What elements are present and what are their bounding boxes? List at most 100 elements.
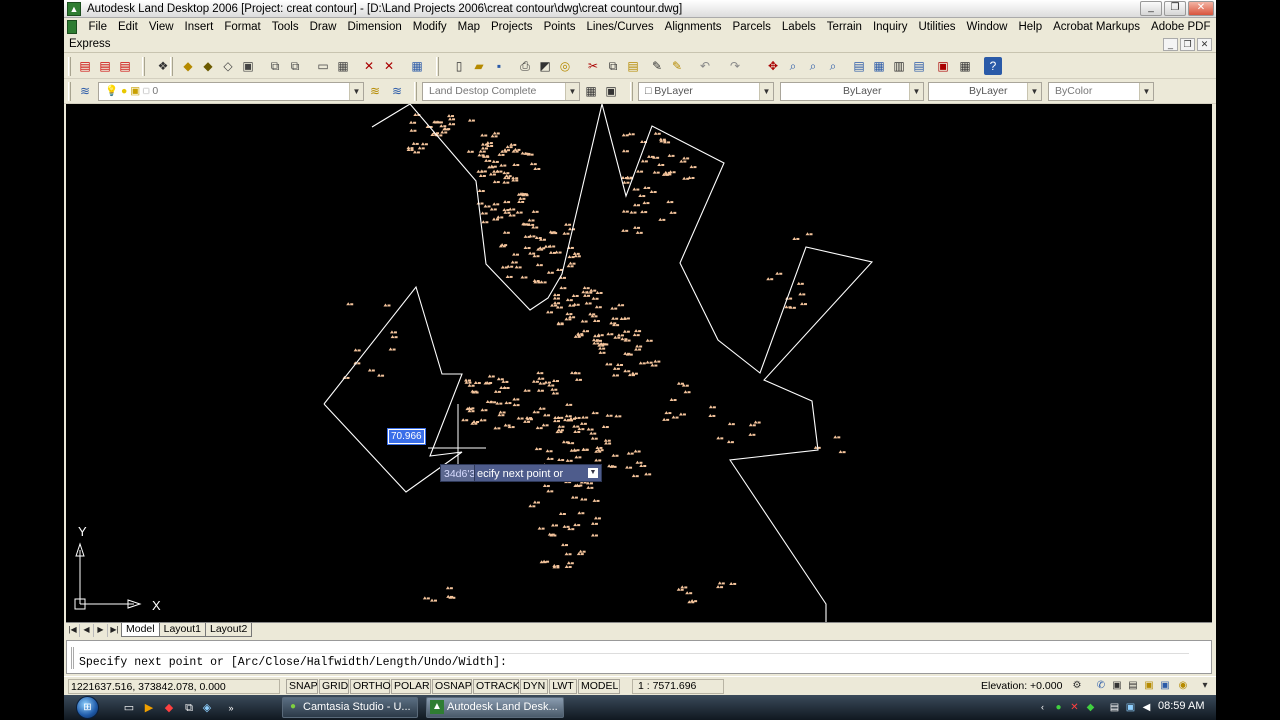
menu-inquiry[interactable]: Inquiry [867,21,913,33]
layer-state-save-icon[interactable]: ▣ [602,82,620,100]
coordinate-readout[interactable]: 1221637.516, 373842.078, 0.000 [68,679,280,694]
menu-window[interactable]: Window [961,21,1013,33]
network-icon[interactable]: ● [1052,701,1065,714]
monitor-icon[interactable]: ▣ [1124,701,1137,714]
boundary-polyline[interactable] [371,104,874,622]
layer-manager-icon[interactable]: ≋ [76,82,94,100]
down-arrow-icon[interactable]: ▼ [588,468,598,478]
menu-modify[interactable]: Modify [407,21,452,33]
linetype-dropdown[interactable]: ByLayer ▼ [780,82,924,101]
document-menu-icon[interactable] [67,20,77,34]
display-icon[interactable]: ▤ [1108,701,1121,714]
zoom-previous-icon[interactable]: ⌕ [824,57,842,75]
menu-tools[interactable]: Tools [266,21,304,33]
tab-model[interactable]: Model [121,623,160,637]
open-file-icon[interactable]: ▰ [470,57,488,75]
next-tab-icon[interactable]: ▶ [94,623,108,637]
zoom-window-icon[interactable]: ⌕ [804,57,822,75]
layer-state-dropdown[interactable]: Land Destop Complete ▼ [422,82,580,101]
previous-tab-icon[interactable]: ◀ [80,623,94,637]
tray-expand-icon[interactable]: ‹ [1036,701,1049,714]
first-tab-icon[interactable]: |◀ [66,623,80,637]
menu-acrobat-markups[interactable]: Acrobat Markups [1048,21,1146,33]
design-center-icon[interactable]: ▦ [870,57,888,75]
zoom-realtime-icon[interactable]: ⌕ [784,57,802,75]
copy-icon[interactable]: ⧉ [604,57,622,75]
toolbar-grip[interactable] [630,82,633,101]
more-quick-launch-icon[interactable]: » [224,701,238,715]
doc-minimize-icon[interactable]: _ [1163,38,1178,51]
toolbar-grip[interactable] [68,57,71,76]
block-icon[interactable]: ⧉ [266,57,284,75]
calculator-icon[interactable]: ▦ [956,57,974,75]
layer-previous-icon[interactable]: ≋ [388,82,406,100]
pdf-review-icon[interactable]: ▤ [116,57,134,75]
chevron-down-icon[interactable]: ▼ [565,83,579,100]
lock-toolbar-icon[interactable]: ▣ [1110,679,1124,693]
show-desktop-icon[interactable]: ▭ [122,701,136,715]
menu-format[interactable]: Format [219,21,266,33]
make-object-layer-current-icon[interactable]: ≋ [366,82,384,100]
chevron-down-icon[interactable]: ▼ [759,83,773,100]
chevron-down-icon[interactable]: ▼ [1139,83,1153,100]
minimize-button[interactable]: _ [1140,1,1162,16]
menu-edit[interactable]: Edit [113,21,144,33]
cut-icon[interactable]: ✂ [584,57,602,75]
otrack-toggle[interactable]: OTRACK [473,679,520,694]
start-button[interactable]: ⊞ [72,695,108,720]
layer-tool-icon[interactable]: ▣ [239,57,257,75]
toolbar-lock-icon[interactable]: ▣ [1142,679,1156,693]
last-tab-icon[interactable]: ▶| [108,623,122,637]
block-editor-icon[interactable]: ✎ [668,57,686,75]
viewport-icon[interactable]: ▭ [314,57,332,75]
dynamic-input-prompt[interactable]: ecify next point or ▼ [474,464,602,482]
layer-tool-icon[interactable]: ◆ [199,57,217,75]
xref-icon[interactable]: ✕ [380,57,398,75]
communication-center-icon[interactable]: ✆ [1094,679,1108,693]
menu-alignments[interactable]: Alignments [659,21,727,33]
grid-toggle[interactable]: GRID [319,679,349,694]
menu-insert[interactable]: Insert [179,21,219,33]
viewport-scale[interactable]: 1 : 7571.696 [632,679,724,694]
menu-draw[interactable]: Draw [304,21,342,33]
taskbar-land-desktop[interactable]: ▲ Autodesk Land Desk... [426,697,564,718]
menu-map[interactable]: Map [452,21,485,33]
volume-icon[interactable]: ◀ [1140,701,1153,714]
layer-tool-icon[interactable]: ◆ [179,57,197,75]
osnap-toggle[interactable]: OSNAP [432,679,472,694]
tab-layout1[interactable]: Layout1 [158,623,206,637]
pdf-email-icon[interactable]: ▤ [96,57,114,75]
menu-labels[interactable]: Labels [776,21,821,33]
help-icon[interactable]: ? [984,57,1002,75]
chevron-down-icon[interactable]: ▼ [349,83,363,100]
paste-icon[interactable]: ▤ [624,57,642,75]
properties-icon[interactable]: ▤ [850,57,868,75]
lineweight-dropdown[interactable]: ByLayer ▼ [928,82,1042,101]
xref-notify-icon[interactable]: ▤ [1126,679,1140,693]
print-preview-icon[interactable]: ◩ [536,57,554,75]
menu-help[interactable]: Help [1013,21,1048,33]
snap-toggle[interactable]: SNAP [286,679,318,694]
pdf-icon[interactable]: ▤ [76,57,94,75]
menu-lines-curves[interactable]: Lines/Curves [581,21,659,33]
tool-palettes-icon[interactable]: ▥ [890,57,908,75]
new-file-icon[interactable]: ▯ [450,57,468,75]
pan-icon[interactable]: ✥ [764,57,782,75]
dynamic-input-distance[interactable]: 70.966 [387,428,426,445]
match-properties-icon[interactable]: ✎ [648,57,666,75]
menu-parcels[interactable]: Parcels [727,21,776,33]
layer-state-manager-icon[interactable]: ▦ [582,82,600,100]
menu-dimension[interactable]: Dimension [342,21,407,33]
polar-toggle[interactable]: POLAR [391,679,431,694]
plotstyle-dropdown[interactable]: ByColor ▼ [1048,82,1154,101]
update-icon[interactable]: ◆ [1084,701,1097,714]
publish-icon[interactable]: ◎ [556,57,574,75]
switch-windows-icon[interactable]: ⧉ [182,701,196,715]
sheet-set-icon[interactable]: ▤ [910,57,928,75]
menu-adobe-pdf[interactable]: Adobe PDF [1146,21,1216,33]
menu-points[interactable]: Points [538,21,581,33]
command-grip[interactable] [71,647,74,669]
toolbar-grip[interactable] [436,57,439,76]
markup-icon[interactable]: ▣ [934,57,952,75]
model-toggle[interactable]: MODEL [578,679,620,694]
